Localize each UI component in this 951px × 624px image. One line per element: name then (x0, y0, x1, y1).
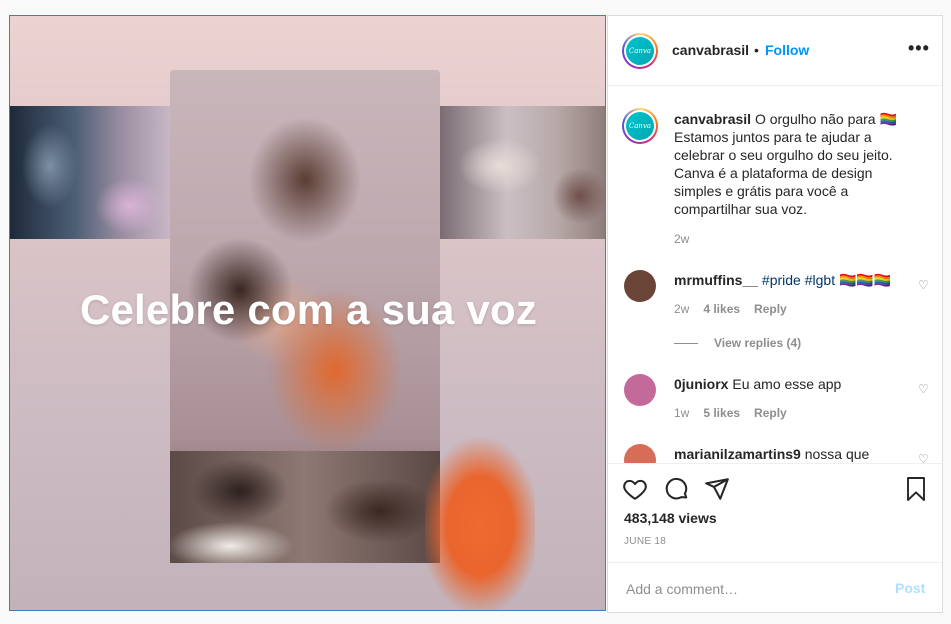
comment-time[interactable]: 2w (674, 302, 689, 316)
action-bar (608, 464, 942, 516)
caption-avatar[interactable]: Canva (622, 108, 658, 144)
post-header: Canva canvabrasil • Follow ••• (608, 16, 942, 86)
comment-reply-button[interactable]: Reply (754, 302, 787, 316)
photo-left-crowd (10, 106, 170, 239)
comment-text: Eu amo esse app (732, 376, 842, 392)
caption-time[interactable]: 2w (674, 232, 689, 246)
canva-logo: Canva (626, 112, 654, 140)
post-image[interactable]: Celebre com a sua voz (9, 15, 606, 611)
comment-like-heart-icon[interactable]: ♡ (918, 382, 929, 396)
comment-username[interactable]: 0juniorx (674, 376, 728, 392)
comment-time[interactable]: 1w (674, 406, 689, 420)
photo-orange-dress (425, 436, 535, 610)
comment-username[interactable]: marianilzamartins9 (674, 446, 801, 462)
view-count[interactable]: 483,148 views (624, 510, 717, 526)
view-replies-label: View replies (4) (714, 336, 802, 350)
follow-button[interactable]: Follow (765, 42, 809, 58)
comment-avatar[interactable] (624, 444, 656, 463)
comment-input[interactable] (624, 577, 878, 601)
photo-lower-strip (170, 451, 440, 563)
add-comment-bar: Post (608, 562, 942, 614)
comment-avatar[interactable] (624, 270, 656, 302)
comment-text: nossa que (804, 446, 870, 462)
bookmark-icon[interactable] (904, 476, 928, 507)
share-icon[interactable] (704, 476, 730, 507)
comment-likes[interactable]: 4 likes (703, 302, 740, 316)
caption-username[interactable]: canvabrasil (674, 111, 751, 127)
comment-text: #pride #lgbt 🏳️‍🌈🏳️‍🌈🏳️‍🌈 (761, 272, 892, 288)
post-button[interactable]: Post (895, 580, 925, 596)
caption: canvabrasil O orgulho não para 🏳️‍🌈 Esta… (674, 110, 910, 218)
photo-right-crowd (440, 106, 605, 239)
comment-icon[interactable] (664, 476, 690, 507)
view-replies-button[interactable]: View replies (4) (674, 336, 801, 350)
avatar[interactable]: Canva (622, 33, 658, 69)
more-options-icon[interactable]: ••• (908, 38, 930, 59)
canva-logo: Canva (626, 37, 654, 65)
heart-icon[interactable] (622, 476, 648, 507)
post-date[interactable]: JUNE 18 (624, 536, 666, 547)
comment-row: marianilzamartins9 nossa que (674, 446, 869, 462)
image-overlay-title: Celebre com a sua voz (79, 286, 538, 333)
comment-like-heart-icon[interactable]: ♡ (918, 278, 929, 292)
post-side-panel: Canva canvabrasil • Follow ••• Canva can… (607, 15, 943, 613)
comments-list[interactable]: Canva canvabrasil O orgulho não para 🏳️‍… (608, 86, 942, 464)
header-separator: • (754, 42, 759, 58)
comment-likes[interactable]: 5 likes (703, 406, 740, 420)
comment-row: 0juniorx Eu amo esse app (674, 376, 841, 392)
comment-avatar[interactable] (624, 374, 656, 406)
comment-reply-button[interactable]: Reply (754, 406, 787, 420)
comment-like-heart-icon[interactable]: ♡ (918, 452, 929, 463)
comment-username[interactable]: mrmuffins__ (674, 272, 758, 288)
comment-meta: 2w 4 likes Reply (674, 302, 787, 316)
replies-divider (674, 343, 698, 345)
comment-row: mrmuffins__ #pride #lgbt 🏳️‍🌈🏳️‍🌈🏳️‍🌈 (674, 272, 891, 289)
comment-meta: 1w 5 likes Reply (674, 406, 787, 420)
header-username[interactable]: canvabrasil (672, 42, 749, 58)
